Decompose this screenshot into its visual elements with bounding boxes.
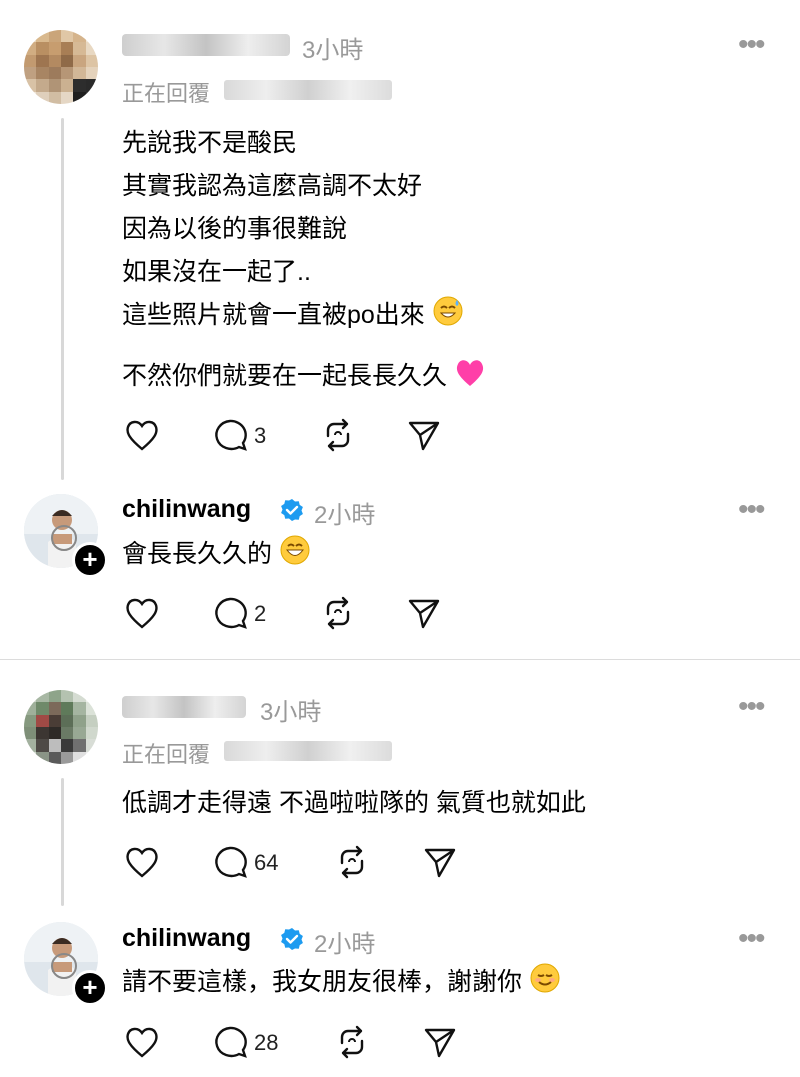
more-icon[interactable]: •••: [738, 493, 765, 527]
blurred-username[interactable]: [122, 34, 290, 56]
comment-line: 這些照片就會一直被po出來: [122, 301, 425, 329]
pink-heart-emoji: [454, 358, 486, 402]
comment-text: 請不要這樣，我女朋友很棒，謝謝你: [122, 961, 561, 1008]
repost-icon[interactable]: [334, 1025, 370, 1059]
verified-badge-icon: [280, 927, 304, 951]
comment-line: 如果沒在一起了..: [122, 258, 311, 286]
thread-line: [61, 118, 64, 480]
heart-icon[interactable]: [124, 418, 160, 452]
divider: [0, 659, 800, 660]
more-icon[interactable]: •••: [738, 922, 765, 956]
grinning-emoji: [279, 534, 311, 580]
username[interactable]: chilinwang: [122, 924, 251, 953]
comment-icon[interactable]: [212, 418, 248, 452]
username[interactable]: chilinwang: [122, 495, 251, 524]
share-icon[interactable]: [422, 845, 458, 879]
comment-line: 不然你們就要在一起長長久久: [122, 362, 448, 390]
blurred-reply-target[interactable]: [224, 741, 392, 761]
smiling-emoji: [529, 962, 561, 1008]
heart-icon[interactable]: [124, 596, 160, 630]
comment-line: 其實我認為這麼高調不太好: [122, 172, 423, 200]
avatar[interactable]: [24, 690, 98, 764]
comment-icon[interactable]: [212, 1025, 248, 1059]
replying-label: 正在回覆: [122, 742, 211, 767]
repost-icon[interactable]: [334, 845, 370, 879]
repost-icon[interactable]: [320, 596, 356, 630]
blurred-reply-target[interactable]: [224, 80, 392, 100]
more-icon[interactable]: •••: [738, 690, 765, 724]
more-icon[interactable]: •••: [738, 28, 765, 62]
follow-plus-button[interactable]: +: [72, 970, 108, 1006]
replying-label: 正在回覆: [122, 81, 211, 106]
reply-count: 64: [254, 850, 279, 875]
avatar[interactable]: [24, 30, 98, 104]
comment-icon[interactable]: [212, 845, 248, 879]
heart-icon[interactable]: [124, 1025, 160, 1059]
comment-text: 低調才走得遠 不過啦啦隊的 氣質也就如此: [122, 789, 586, 817]
share-icon[interactable]: [406, 418, 442, 452]
blurred-username[interactable]: [122, 696, 246, 718]
comment-text: 先說我不是酸民 其實我認為這麼高調不太好 因為以後的事很難說 如果沒在一起了..…: [122, 122, 486, 402]
comment-time: 3小時: [260, 699, 322, 726]
comment-time: 2小時: [314, 931, 376, 958]
comment-time: 2小時: [314, 502, 376, 529]
reply-count: 28: [254, 1030, 279, 1055]
comment-line: 因為以後的事很難說: [122, 215, 348, 243]
reply-count: 2: [254, 601, 267, 626]
thread-line: [61, 778, 64, 906]
comment-time: 3小時: [302, 37, 364, 64]
follow-plus-button[interactable]: +: [72, 542, 108, 578]
comment-icon[interactable]: [212, 596, 248, 630]
verified-badge-icon: [280, 498, 304, 522]
share-icon[interactable]: [422, 1025, 458, 1059]
sweat-smile-emoji: [432, 295, 464, 341]
reply-count: 3: [254, 423, 267, 448]
comment-text: 會長長久久的: [122, 533, 311, 580]
comment-line: 先說我不是酸民: [122, 129, 298, 157]
repost-icon[interactable]: [320, 418, 356, 452]
share-icon[interactable]: [406, 596, 442, 630]
heart-icon[interactable]: [124, 845, 160, 879]
